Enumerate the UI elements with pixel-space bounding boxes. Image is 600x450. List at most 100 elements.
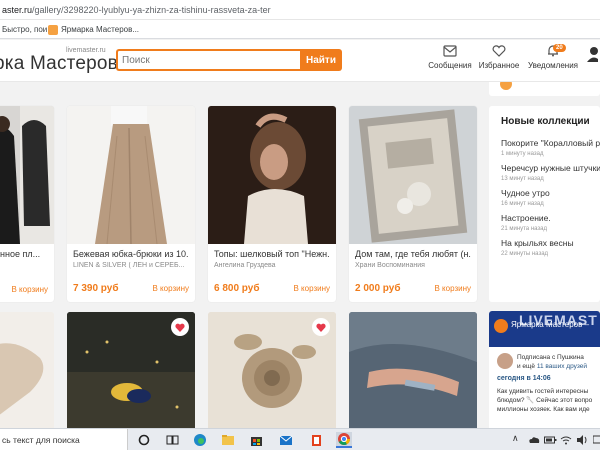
- task-view-icon[interactable]: [164, 432, 180, 448]
- product-card[interactable]: Бежевая юбка-брюки из 10... LINEN & SILV…: [67, 106, 195, 302]
- bookmarks-bar: Быстро, пои... Ярмарка Мастеров...: [0, 20, 600, 39]
- product-price: 7 390 руб: [73, 283, 119, 294]
- product-title[interactable]: Бежевая юбка-брюки из 10...: [73, 249, 189, 259]
- product-price: 2 000 руб: [355, 283, 401, 294]
- product-price: 6 800 руб: [214, 283, 260, 294]
- notifications-button[interactable]: 20 Уведомления: [523, 44, 583, 70]
- collection-title[interactable]: Покорите "Коралловый ри: [501, 138, 600, 148]
- address-bar[interactable]: aster.ru/gallery/3298220-lyublyu-ya-zhiz…: [0, 0, 600, 20]
- collection-title[interactable]: Черечсур нужные штучки: [501, 163, 600, 173]
- collection-date: 22 минуты назад: [501, 251, 549, 257]
- avatar: [497, 353, 513, 369]
- add-to-cart-button[interactable]: В корзину: [152, 284, 189, 293]
- product-card[interactable]: азанное пл... В корзину: [0, 106, 54, 302]
- vk-post-line: блюдом? 🥄 Сейчас этот вопро: [497, 397, 593, 404]
- url-host: aster.ru: [2, 5, 33, 15]
- seller-name[interactable]: Храни Воспоминания: [355, 262, 471, 269]
- product-title[interactable]: азанное пл...: [0, 249, 48, 259]
- vk-banner[interactable]: LIVEMAST Ярмарка Мастеров –: [489, 311, 600, 347]
- search-button[interactable]: Найти: [300, 49, 342, 71]
- product-card[interactable]: Топы: шелковый топ "Нежн... Ангелина Гру…: [208, 106, 336, 302]
- chrome-icon[interactable]: [336, 432, 352, 448]
- product-photo-album: [349, 106, 477, 244]
- add-to-cart-button[interactable]: В корзину: [293, 284, 330, 293]
- taskbar: сь текст для поиска ∧: [0, 428, 600, 450]
- vk-widget[interactable]: LIVEMAST Ярмарка Мастеров – Подписана с …: [489, 311, 600, 428]
- mail-icon[interactable]: [278, 432, 294, 448]
- add-to-cart-button[interactable]: В корзину: [11, 285, 48, 294]
- product-photo-wooden-heart: [0, 312, 54, 428]
- vk-subscribed-text: Подписана с Пушкина: [517, 354, 584, 361]
- cloud-icon[interactable]: [526, 432, 542, 448]
- side-top-panel: [489, 82, 600, 96]
- site-header: livemaster.ru рка Мастеров Найти Сообщен…: [0, 40, 600, 82]
- heart-icon: [492, 45, 506, 57]
- product-photo-silk-top: [208, 106, 336, 244]
- bookmark-item[interactable]: Быстро, пои...: [2, 20, 54, 39]
- wifi-icon[interactable]: [558, 432, 574, 448]
- bookmark-item[interactable]: Ярмарка Мастеров...: [48, 20, 139, 39]
- file-explorer-icon[interactable]: [220, 432, 236, 448]
- tray-chevron-icon[interactable]: ∧: [512, 433, 519, 444]
- collection-date: 13 минут назад: [501, 176, 544, 182]
- product-card[interactable]: [0, 312, 54, 428]
- collection-date: 16 минут назад: [501, 201, 544, 207]
- favorite-button[interactable]: [312, 318, 330, 336]
- product-card[interactable]: [208, 312, 336, 428]
- edge-icon[interactable]: [192, 432, 208, 448]
- site-logo[interactable]: рка Мастеров: [0, 53, 118, 75]
- product-card[interactable]: [67, 312, 195, 428]
- vk-friends-link[interactable]: 11 ваших друзей: [537, 363, 587, 370]
- volume-icon[interactable]: [574, 432, 590, 448]
- favorites-button[interactable]: Избранное: [469, 45, 529, 70]
- messages-label: Сообщения: [428, 61, 472, 70]
- collection-item[interactable]: Покорите "Коралловый ри 1 минуту назад: [501, 138, 600, 157]
- vk-post-line: Как удивить гостей интересны: [497, 388, 589, 395]
- favorite-button[interactable]: [171, 318, 189, 336]
- product-photo-coat: [0, 106, 54, 244]
- product-title[interactable]: Топы: шелковый топ "Нежн...: [214, 249, 330, 259]
- product-image[interactable]: [0, 106, 54, 244]
- product-image[interactable]: [349, 106, 477, 244]
- collection-title[interactable]: Чудное утро: [501, 188, 600, 198]
- vk-group-name[interactable]: Ярмарка Мастеров –: [511, 320, 589, 329]
- display-icon[interactable]: [590, 432, 600, 448]
- product-image[interactable]: [67, 106, 195, 244]
- new-collections-title: Новые коллекции: [501, 116, 590, 127]
- product-photo-skirt: [67, 106, 195, 244]
- product-image[interactable]: [208, 106, 336, 244]
- store-icon[interactable]: [248, 432, 264, 448]
- collection-item[interactable]: Черечсур нужные штучки 13 минут назад: [501, 163, 600, 182]
- collection-title[interactable]: На крыльях весны: [501, 238, 600, 248]
- vk-subscribers: Подписана с Пушкина и ещё 11 ваших друзе…: [517, 353, 587, 371]
- collection-title[interactable]: Настроение.: [501, 213, 600, 223]
- cortana-icon[interactable]: [136, 432, 152, 448]
- taskbar-search-box[interactable]: сь текст для поиска: [0, 429, 128, 450]
- seller-name[interactable]: Ангелина Груздева: [214, 262, 330, 269]
- profile-avatar[interactable]: [584, 46, 600, 67]
- seller-name[interactable]: LINEN & SILVER ( ЛЕН и СЕРЕБ...: [73, 262, 189, 269]
- battery-icon[interactable]: [542, 432, 558, 448]
- orange-dot-icon: [500, 82, 512, 90]
- add-to-cart-button[interactable]: В корзину: [434, 284, 471, 293]
- bookmark-label: Ярмарка Мастеров...: [61, 25, 140, 34]
- collection-item[interactable]: Чудное утро 16 минут назад: [501, 188, 600, 207]
- collection-date: 1 минуту назад: [501, 151, 544, 157]
- product-card[interactable]: [349, 312, 477, 428]
- livemaster-favicon-icon: [48, 24, 58, 35]
- search-input[interactable]: [116, 49, 301, 71]
- product-title[interactable]: Дом там, где тебя любят (н...: [355, 249, 471, 259]
- collection-item[interactable]: На крыльях весны 22 минуты назад: [501, 238, 600, 257]
- main-content: азанное пл... В корзину Бежевая юбка-брю…: [0, 82, 600, 428]
- product-card[interactable]: Дом там, где тебя любят (н... Храни Восп…: [349, 106, 477, 302]
- vk-friends-prefix: и ещё: [517, 363, 537, 370]
- vk-post-text: Как удивить гостей интересны блюдом? 🥄 С…: [497, 387, 592, 414]
- collection-item[interactable]: Настроение. 21 минута назад: [501, 213, 600, 232]
- office-icon[interactable]: [308, 432, 324, 448]
- notifications-count-badge: 20: [553, 44, 566, 52]
- envelope-icon: [443, 45, 457, 57]
- heart-filled-icon: [175, 323, 185, 332]
- livemaster-logo-icon: [494, 319, 508, 333]
- vk-post-date[interactable]: сегодня в 14:06: [497, 375, 551, 382]
- notifications-label: Уведомления: [527, 61, 579, 70]
